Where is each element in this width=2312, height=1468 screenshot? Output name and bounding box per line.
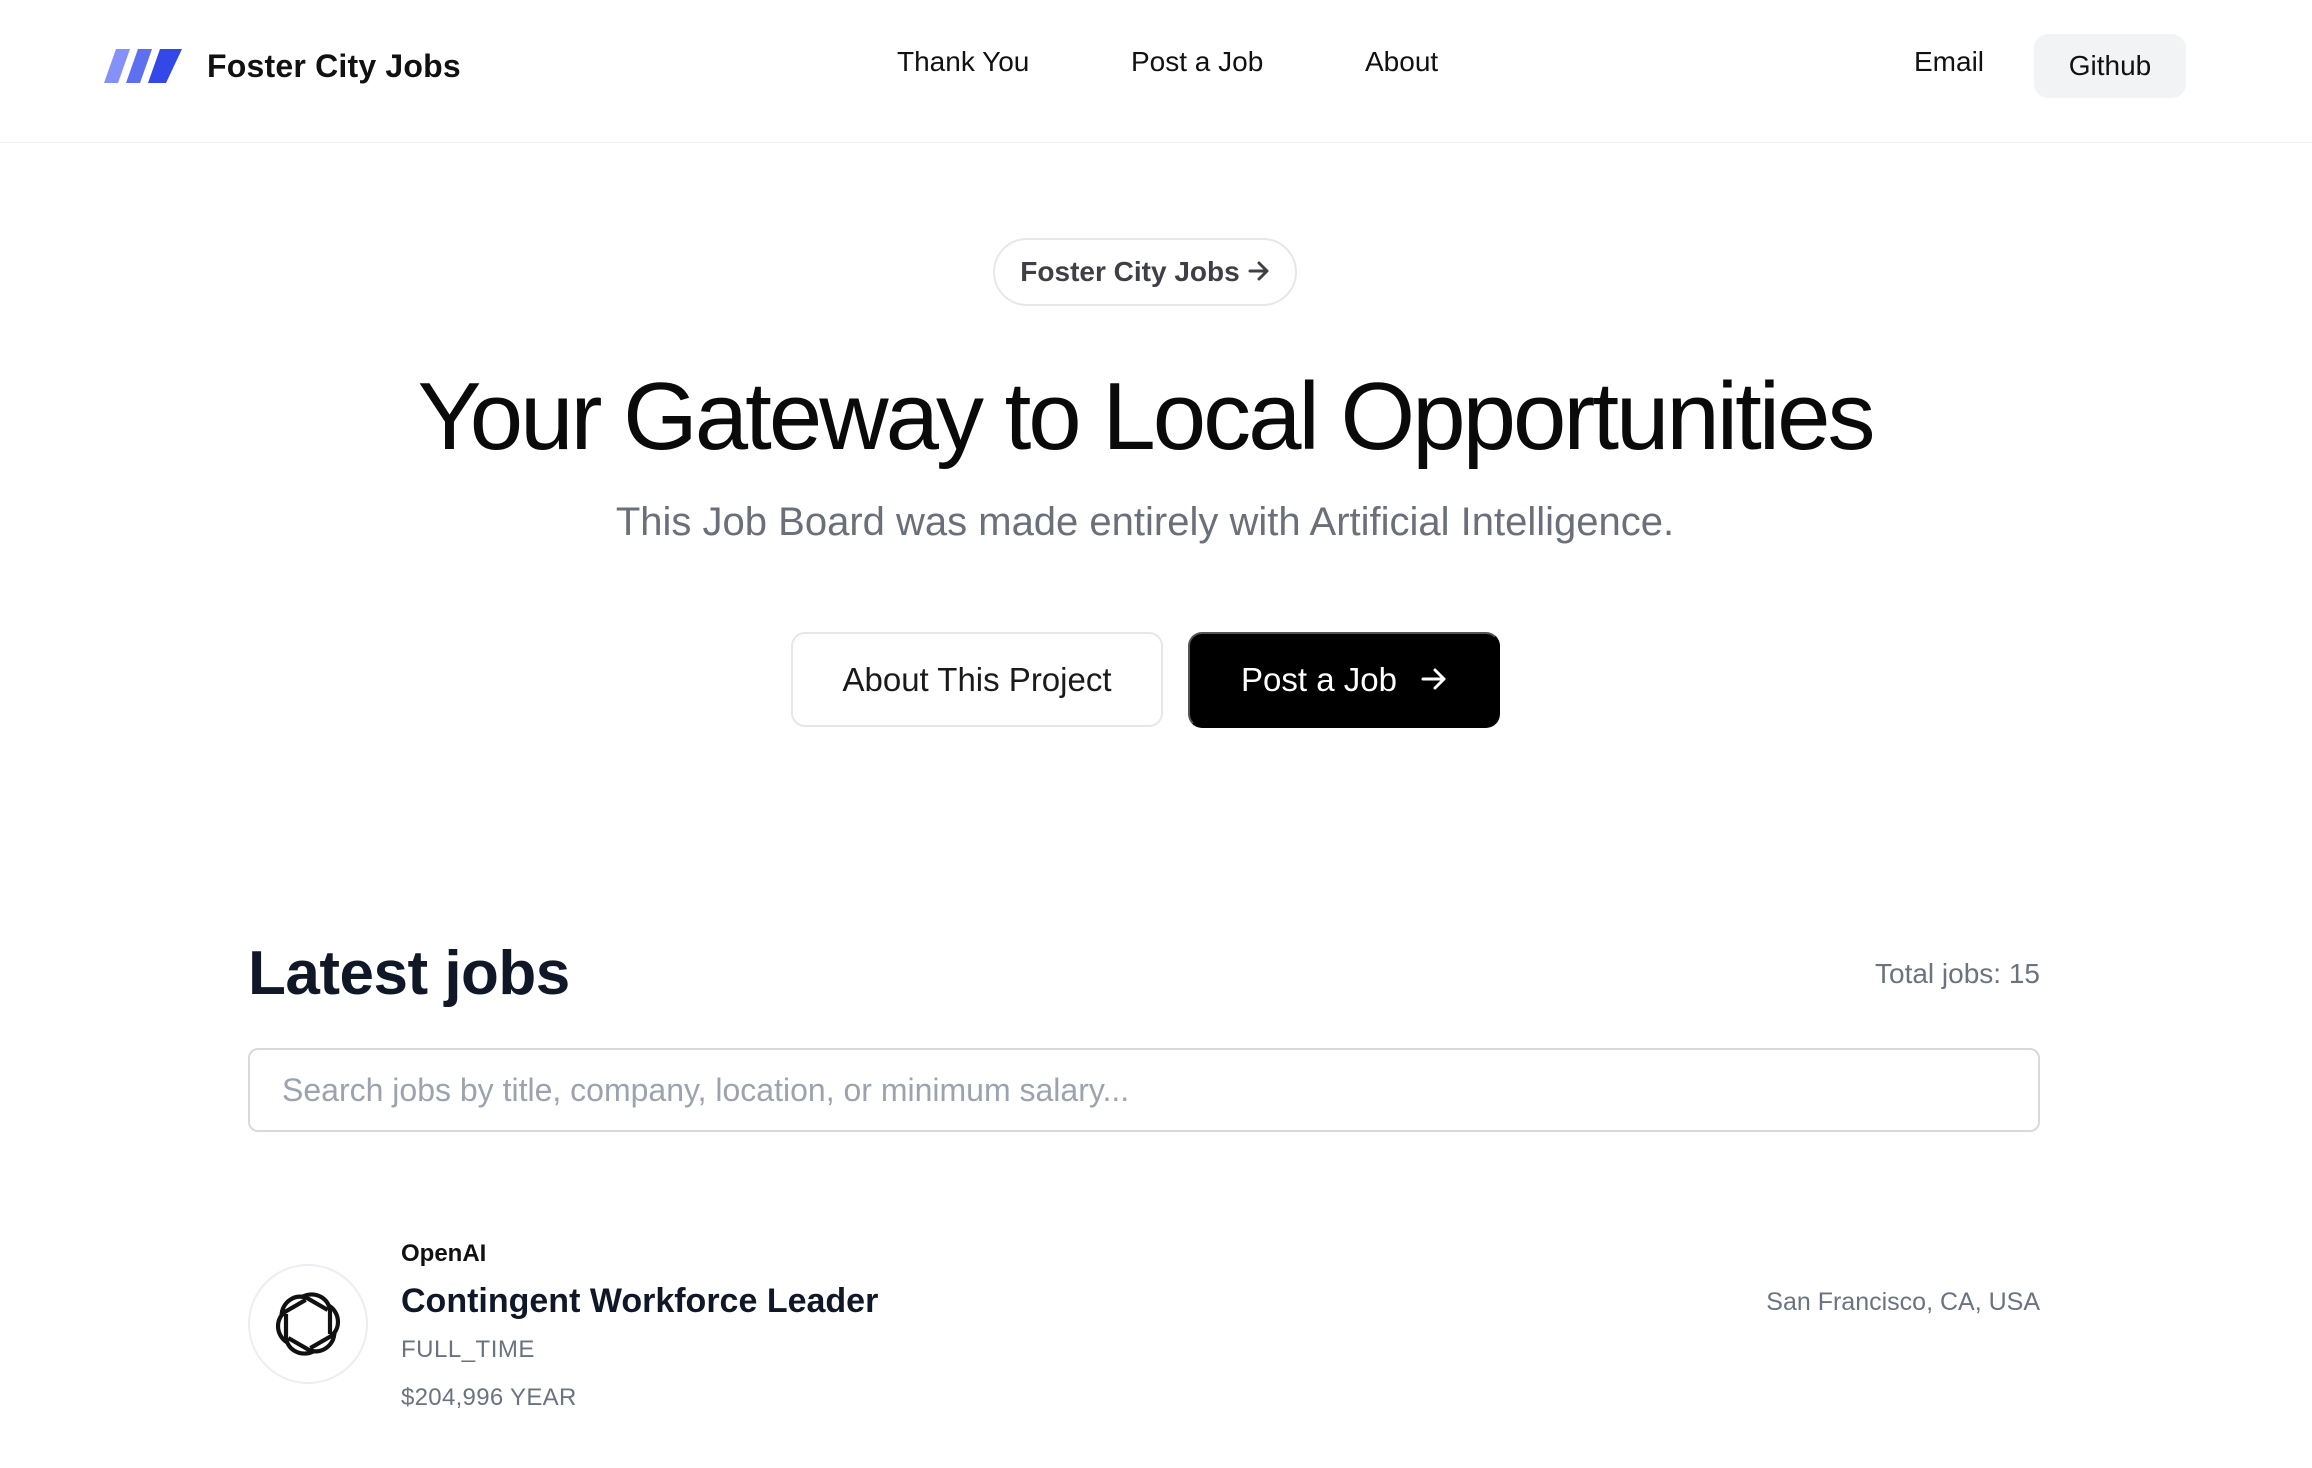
post-job-button-label: Post a Job — [1241, 661, 1397, 698]
job-company: OpenAI — [401, 1240, 487, 1267]
hero-pill-label: Foster City Jobs — [1020, 256, 1240, 287]
job-title: Contingent Workforce Leader — [401, 1282, 879, 1320]
site-header: Foster City Jobs Thank You Post a Job Ab… — [0, 0, 2312, 143]
about-project-button[interactable]: About This Project — [791, 632, 1163, 727]
nav-link-thank-you[interactable]: Thank You — [897, 46, 1029, 78]
job-location: San Francisco, CA, USA — [1766, 1288, 2040, 1316]
hero-subtitle: This Job Board was made entirely with Ar… — [615, 500, 1675, 544]
job-list-item[interactable]: OpenAI Contingent Workforce Leader FULL_… — [248, 1230, 2040, 1430]
hero-pill-link[interactable]: Foster City Jobs — [993, 238, 1297, 306]
hero-title: Your Gateway to Local Opportunities — [417, 363, 1875, 470]
nav-link-about[interactable]: About — [1365, 46, 1438, 78]
job-salary: $204,996 YEAR — [401, 1384, 577, 1411]
nav-link-post-a-job[interactable]: Post a Job — [1131, 46, 1263, 78]
arrow-right-icon — [1248, 256, 1270, 288]
jobs-heading: Latest jobs — [248, 939, 570, 1008]
openai-logo-icon — [248, 1264, 368, 1384]
job-search-input[interactable] — [248, 1048, 2040, 1132]
job-type: FULL_TIME — [401, 1336, 535, 1363]
email-link[interactable]: Email — [1914, 46, 1984, 78]
total-jobs-count: Total jobs: 15 — [1875, 958, 2040, 989]
github-button[interactable]: Github — [2034, 34, 2186, 98]
arrow-right-icon — [1421, 661, 1447, 699]
post-job-button[interactable]: Post a Job — [1188, 632, 1500, 728]
main-nav: Thank You Post a Job About Email Github — [0, 0, 2312, 132]
